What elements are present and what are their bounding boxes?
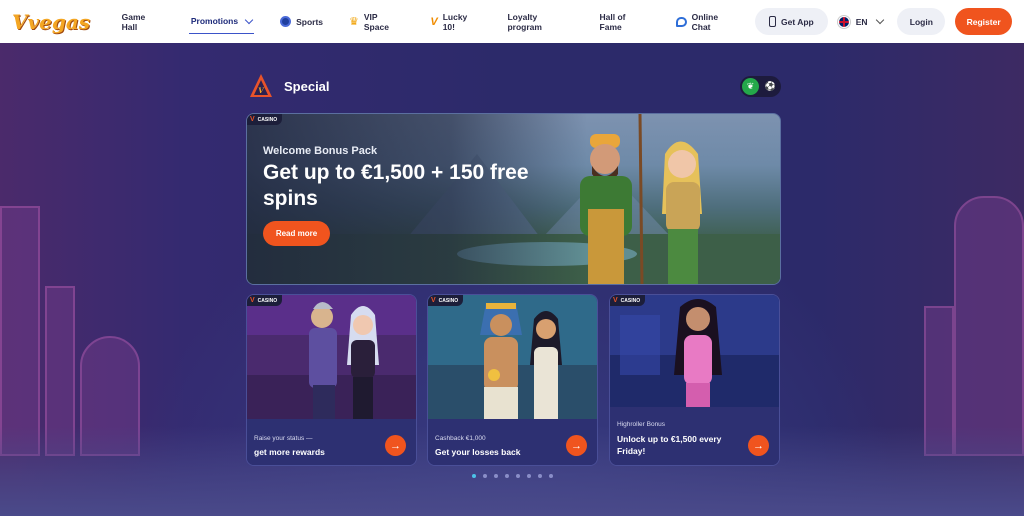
language-selector[interactable]: EN [837,15,888,28]
arrow-right-icon: → [390,439,401,452]
card-title: Unlock up to €1,500 every Friday! [617,434,722,456]
nav-sports[interactable]: Sports [280,10,323,34]
card-title: get more rewards [254,447,325,457]
welcome-bonus-banner[interactable]: V CASINO Welcome Bonus Pack Get up to €1… [246,113,781,285]
casino-filter-button[interactable]: ❦ [742,78,759,95]
pharaoh-and-queen-illustration [428,295,597,425]
section-title: Special [284,78,330,94]
casino-tag-label: CASINO [257,116,278,123]
online-chat-label: Online Chat [691,11,719,32]
read-more-button[interactable]: Read more [263,221,330,246]
left-neon-city-illustration [0,136,160,456]
casino-tag: V CASINO [247,295,283,306]
hero-subtitle: Welcome Bonus Pack [263,145,378,157]
card-subtitle: Cashback €1,000 [435,435,486,442]
chevron-down-icon [244,15,254,24]
chat-bubble-icon [675,16,687,27]
nav-loyalty-program[interactable]: Loyalty program [507,10,573,34]
promo-card-rewards[interactable]: V CASINO Raise your status — get more re… [246,294,417,466]
casino-tag-label: CASINO [620,297,641,304]
nav-game-hall-label: Game Hall [121,11,146,32]
casino-tag: V CASINO [610,295,646,306]
soccer-ball-icon [280,16,292,27]
pagination-dot[interactable] [494,474,498,478]
uk-flag-icon [837,15,850,28]
get-app-label: Get App [781,16,814,27]
nav-lucky-10-label: Lucky 10! [442,11,468,32]
woman-in-pink-illustration [610,295,779,425]
nav-hall-of-fame-label: Hall of Fame [599,11,626,32]
sports-filter-button[interactable]: ⚽ [762,78,779,95]
promo-card-highroller[interactable]: V CASINO Highroller Bonus Unlock up to €… [609,294,780,466]
section-header: V Special [248,73,330,99]
pagination-dot[interactable] [505,474,509,478]
nav-sports-label: Sports [296,16,323,27]
casino-tag-label: CASINO [438,297,459,304]
hero-title: Get up to €1,500 + 150 free spins [263,161,529,210]
phone-icon [769,16,777,27]
get-app-button[interactable]: Get App [755,8,828,35]
chevron-down-icon [875,15,884,25]
pagination-dot[interactable] [527,474,531,478]
v-logo-icon: V [250,116,255,123]
arrow-right-icon: → [571,439,582,452]
casino-tag: V CASINO [428,295,464,306]
nav-hall-of-fame[interactable]: Hall of Fame [600,10,650,34]
promo-card-cashback[interactable]: V CASINO Cashback €1,000 Get your losses… [427,294,598,466]
top-navigation-bar: Vvegas Game Hall Promotions Sports ♛ VIP… [0,0,1024,43]
category-filter-toggle: ❦ ⚽ [740,76,781,97]
card-subtitle: Raise your status — [254,435,313,442]
v-logo-icon: V [431,297,436,304]
nav-lucky-10[interactable]: V Lucky 10! [430,10,481,34]
arrow-right-button[interactable]: → [385,435,406,456]
nav-game-hall[interactable]: Game Hall [122,10,163,34]
card-title: Get your losses back [435,447,521,457]
lumberjack-and-woman-illustration [580,114,702,284]
arrow-right-button[interactable]: → [748,435,769,456]
carousel-pagination [472,474,553,478]
vvegas-badge-icon: V [250,74,272,97]
arrow-right-button[interactable]: → [566,435,587,456]
pagination-dot[interactable] [472,474,476,478]
login-button[interactable]: Login [897,8,946,35]
crown-icon: ♛ [349,16,359,28]
casino-tag: V CASINO [247,114,283,125]
v-logo-icon: V [250,297,255,304]
nav-promotions[interactable]: Promotions [188,10,255,34]
casino-tag-label: CASINO [257,297,278,304]
v-logo-icon: V [613,297,618,304]
pagination-dot[interactable] [549,474,553,478]
online-chat-button[interactable]: Online Chat [675,11,739,32]
v-logo-icon: V [430,15,438,28]
vvegas-logo[interactable]: Vvegas [12,10,108,34]
nav-vip-space-label: VIP Space [363,11,389,32]
nav-vip-space[interactable]: ♛ VIP Space [349,10,404,34]
right-neon-city-illustration [914,136,1024,456]
card-subtitle: Highroller Bonus [617,421,666,428]
pagination-dot[interactable] [516,474,520,478]
couple-casino-illustration [247,295,416,425]
register-button[interactable]: Register [955,8,1012,35]
soccer-ball-icon: ⚽ [764,81,777,91]
cherries-icon: ❦ [746,81,755,91]
pagination-dot[interactable] [538,474,542,478]
pagination-dot[interactable] [483,474,487,478]
header-actions: Online Chat Get App EN Login Register [675,8,1012,35]
arrow-right-icon: → [753,439,764,452]
main-nav: Game Hall Promotions Sports ♛ VIP Space … [122,0,676,43]
nav-promotions-label: Promotions [190,16,239,26]
language-label: EN [855,16,868,27]
nav-loyalty-program-label: Loyalty program [507,11,542,32]
